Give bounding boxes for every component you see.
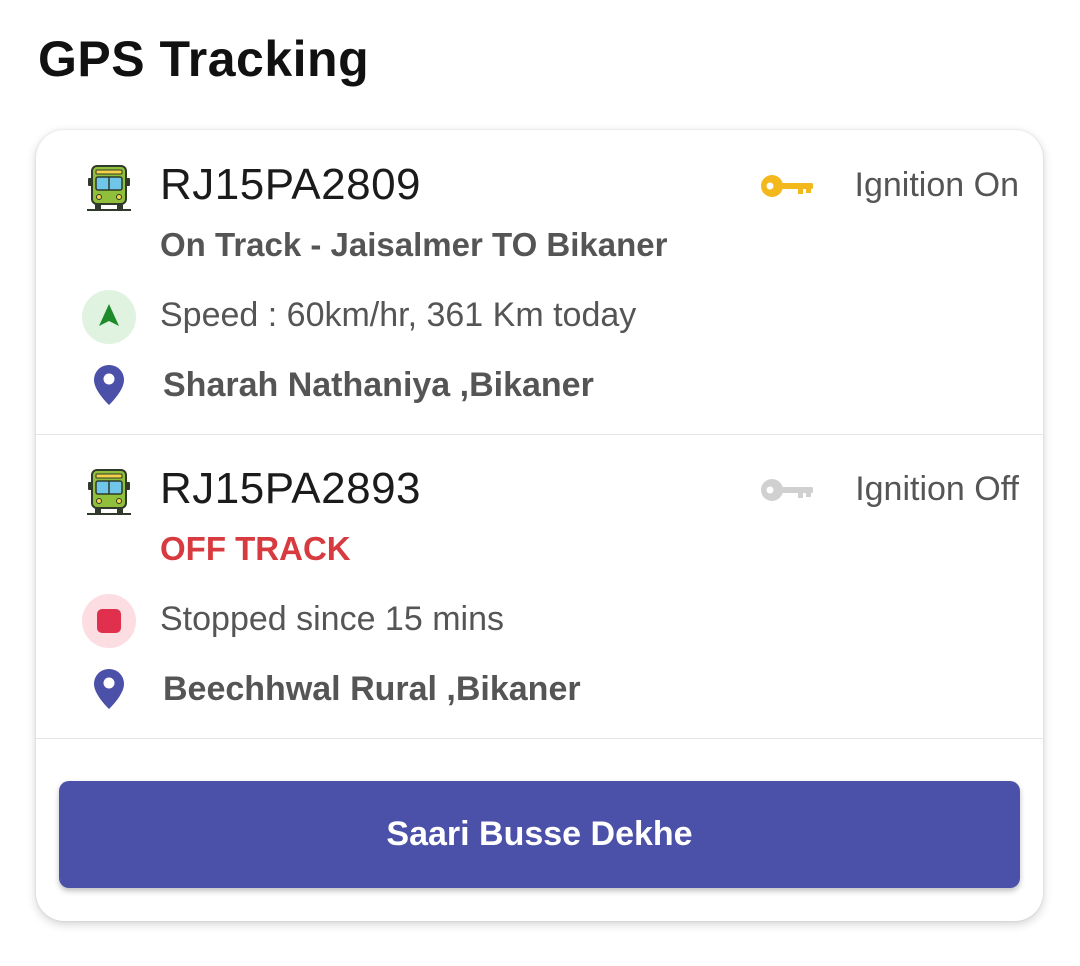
bus-icon xyxy=(87,165,131,211)
navigation-arrow-icon xyxy=(82,290,136,344)
stop-icon xyxy=(82,594,136,648)
page-title: GPS Tracking xyxy=(38,31,370,87)
track-status: OFF TRACK xyxy=(160,530,351,567)
location-pin-icon xyxy=(94,669,124,709)
bus-icon xyxy=(87,469,131,515)
speed-status: Speed : 60km/hr, 361 Km today xyxy=(160,296,637,334)
gps-tracking-card: RJ15PA2809 Ignition On On Track - Jaisal… xyxy=(36,130,1043,921)
track-status: On Track - Jaisalmer TO Bikaner xyxy=(160,226,668,263)
vehicle-location: Beechhwal Rural ,Bikaner xyxy=(163,670,581,708)
ignition-status: Ignition On xyxy=(854,166,1019,204)
key-icon xyxy=(761,175,813,197)
divider xyxy=(36,738,1043,739)
vehicle-item[interactable]: RJ15PA2809 Ignition On On Track - Jaisal… xyxy=(36,130,1043,435)
vehicle-item[interactable]: RJ15PA2893 Ignition Off OFF TRACK Stoppe… xyxy=(36,434,1043,739)
vehicle-plate: RJ15PA2893 xyxy=(160,464,422,513)
location-pin-icon xyxy=(94,365,124,405)
key-icon xyxy=(761,479,813,501)
vehicle-location: Sharah Nathaniya ,Bikaner xyxy=(163,366,594,404)
vehicle-plate: RJ15PA2809 xyxy=(160,160,422,209)
ignition-status: Ignition Off xyxy=(855,470,1019,508)
stopped-status: Stopped since 15 mins xyxy=(160,600,504,638)
view-all-buses-button[interactable]: Saari Busse Dekhe xyxy=(59,781,1020,888)
